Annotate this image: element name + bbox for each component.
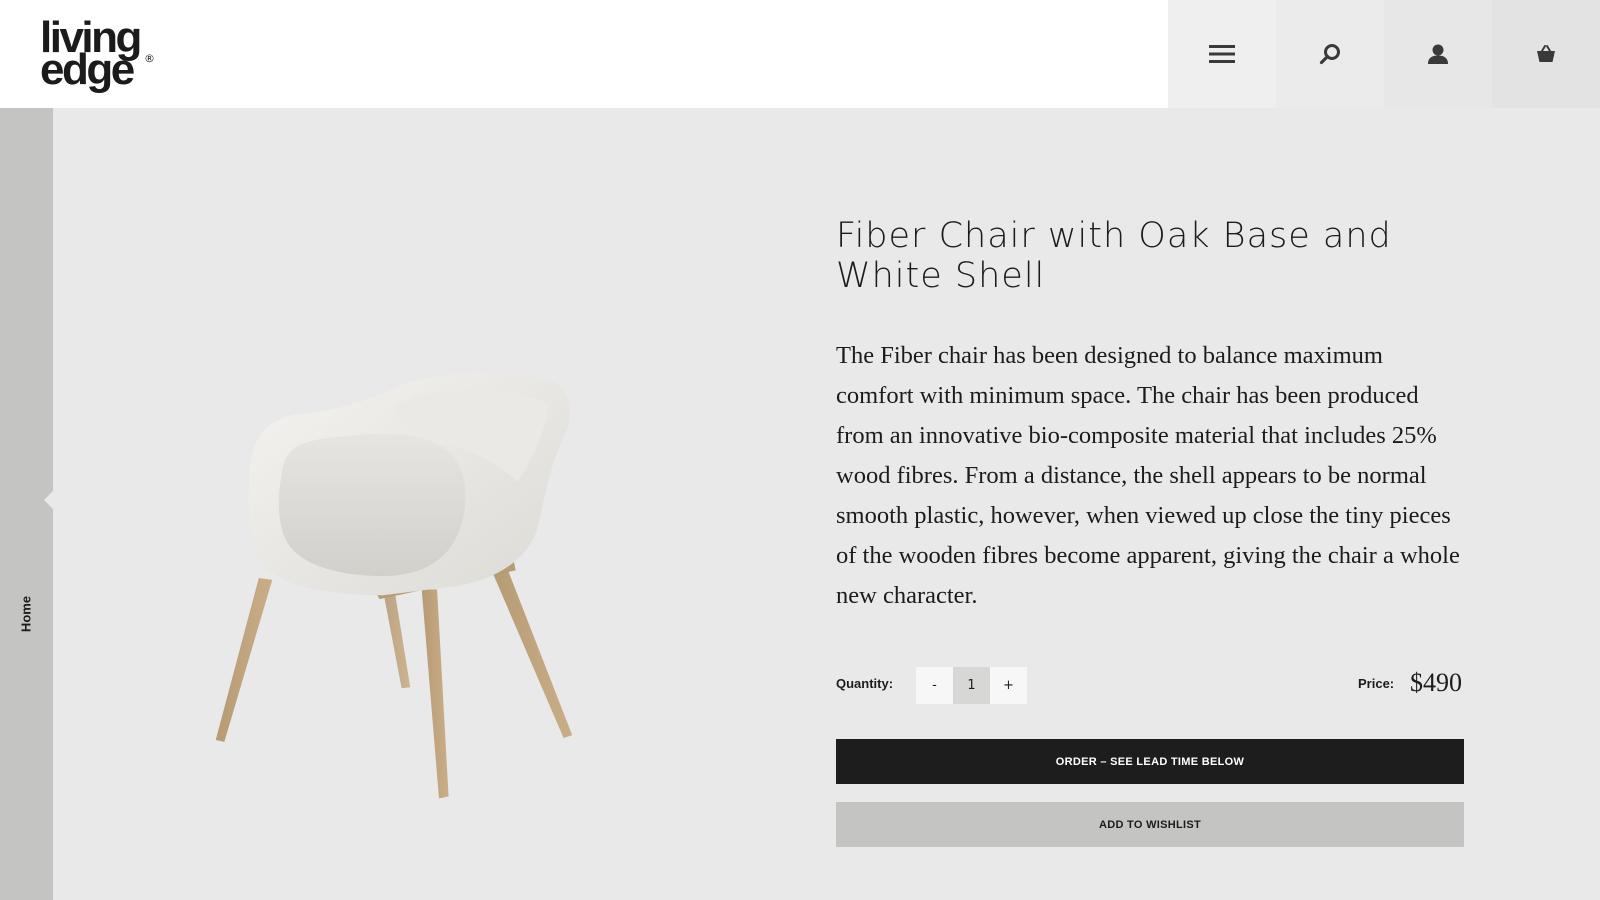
- add-to-wishlist-button[interactable]: ADD TO WISHLIST: [836, 802, 1464, 847]
- product-description: The Fiber chair has been designed to bal…: [836, 342, 1460, 609]
- quantity-increase-button[interactable]: +: [990, 667, 1027, 704]
- menu-button[interactable]: [1168, 0, 1276, 108]
- user-icon: [1428, 44, 1448, 64]
- price-value: $490: [1410, 668, 1462, 697]
- quantity-stepper: - 1 +: [916, 667, 1027, 704]
- search-button[interactable]: [1276, 0, 1384, 108]
- logo-registered-mark: ®: [144, 52, 155, 65]
- product-image-chair: [215, 372, 573, 799]
- home-link[interactable]: Home: [19, 596, 34, 632]
- cart-icon: [1537, 45, 1555, 62]
- price-label: Price:: [1358, 676, 1395, 691]
- quantity-decrease-button[interactable]: -: [916, 667, 953, 704]
- living-edge-logo[interactable]: living edge ®: [40, 16, 160, 92]
- header-nav-buttons: [1168, 0, 1600, 108]
- logo-text-line2: edge: [40, 45, 135, 94]
- site-header: living edge ®: [0, 0, 1600, 108]
- order-button[interactable]: ORDER – SEE LEAD TIME BELOW: [836, 739, 1464, 784]
- product-title: Fiber Chair with Oak Base and White Shel…: [836, 216, 1392, 296]
- menu-icon: [1209, 45, 1235, 63]
- side-rail[interactable]: Home: [0, 108, 54, 900]
- cart-button[interactable]: [1492, 0, 1600, 108]
- quantity-label: Quantity:: [836, 676, 894, 691]
- search-icon: [1319, 44, 1340, 65]
- quantity-value[interactable]: 1: [953, 667, 990, 704]
- account-button[interactable]: [1384, 0, 1492, 108]
